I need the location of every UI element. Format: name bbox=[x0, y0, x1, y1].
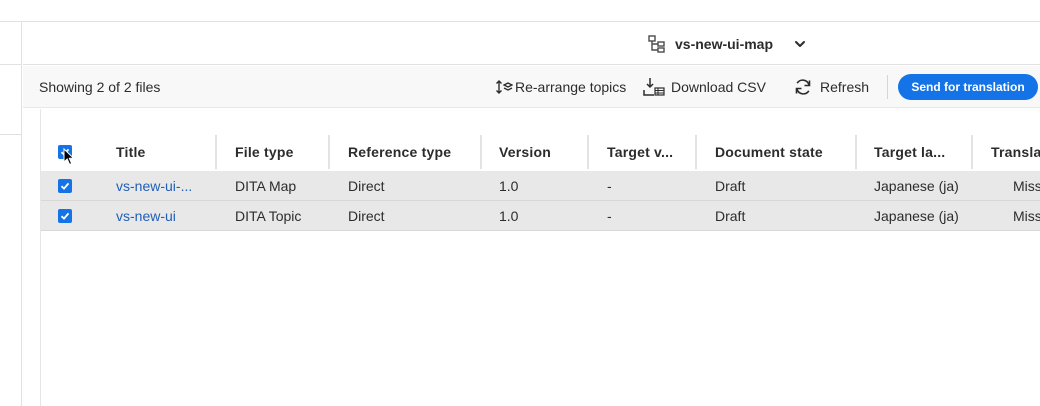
download-csv-label: Download CSV bbox=[671, 79, 766, 95]
left-rail-divider bbox=[0, 64, 22, 65]
row-target-language: Japanese (ja) bbox=[874, 208, 959, 224]
column-header-version[interactable]: Version bbox=[499, 133, 584, 171]
column-divider[interactable] bbox=[215, 135, 217, 169]
row-document-state: Draft bbox=[715, 208, 746, 224]
row-target-version: - bbox=[607, 208, 612, 224]
chevron-down-icon[interactable] bbox=[793, 37, 807, 51]
table-row[interactable]: vs-new-ui-... DITA Map Direct 1.0 - Draf… bbox=[41, 171, 1040, 201]
refresh-label: Refresh bbox=[820, 79, 870, 95]
row-translation-status: Miss bbox=[1013, 208, 1040, 224]
send-for-translation-button[interactable]: Send for translation bbox=[898, 74, 1038, 100]
column-divider[interactable] bbox=[480, 135, 482, 169]
row-title-link[interactable]: vs-new-ui bbox=[116, 201, 211, 231]
refresh-icon bbox=[795, 79, 811, 95]
refresh-button[interactable]: Refresh bbox=[794, 66, 869, 108]
column-divider[interactable] bbox=[587, 135, 589, 169]
top-strip bbox=[0, 0, 1040, 22]
column-divider[interactable] bbox=[695, 135, 697, 169]
column-header-file-type[interactable]: File type bbox=[235, 133, 330, 171]
checkbox-checked-icon bbox=[60, 182, 70, 190]
table-row[interactable]: vs-new-ui DITA Topic Direct 1.0 - Draft … bbox=[41, 201, 1040, 231]
column-divider[interactable] bbox=[971, 135, 973, 169]
row-document-state: Draft bbox=[715, 178, 746, 194]
column-divider[interactable] bbox=[328, 135, 330, 169]
row-target-version: - bbox=[607, 178, 612, 194]
file-count: Showing 2 of 2 files bbox=[39, 79, 161, 95]
files-table: Title File type Reference type Version T… bbox=[40, 109, 1040, 406]
column-header-target-language[interactable]: Target la... bbox=[874, 133, 969, 171]
checkbox-checked-icon bbox=[60, 148, 70, 156]
table-header: Title File type Reference type Version T… bbox=[41, 133, 1040, 171]
row-checkbox[interactable] bbox=[58, 179, 72, 193]
map-name: vs-new-ui-map bbox=[675, 35, 774, 52]
column-header-reference-type[interactable]: Reference type bbox=[348, 133, 483, 171]
checkbox-checked-icon bbox=[60, 212, 70, 220]
download-csv-button[interactable]: Download CSV bbox=[643, 66, 766, 108]
column-header-target-version[interactable]: Target v... bbox=[607, 133, 692, 171]
row-reference-type: Direct bbox=[348, 208, 385, 224]
row-checkbox[interactable] bbox=[58, 209, 72, 223]
select-all-checkbox[interactable] bbox=[58, 145, 72, 159]
row-target-language: Japanese (ja) bbox=[874, 178, 959, 194]
column-divider[interactable] bbox=[855, 135, 857, 169]
row-file-type: DITA Topic bbox=[235, 208, 302, 224]
row-file-type: DITA Map bbox=[235, 178, 297, 194]
rearrange-topics-button[interactable]: Re-arrange topics bbox=[495, 66, 626, 108]
map-selector[interactable]: vs-new-ui-map bbox=[647, 22, 807, 65]
column-header-document-state[interactable]: Document state bbox=[715, 133, 855, 171]
toolbar: Showing 2 of 2 files Re-arrange topics D… bbox=[23, 66, 1040, 108]
download-icon bbox=[643, 78, 665, 96]
left-rail bbox=[0, 22, 22, 406]
map-tree-icon bbox=[648, 34, 665, 53]
left-rail-divider bbox=[0, 134, 22, 135]
rearrange-topics-label: Re-arrange topics bbox=[515, 79, 627, 95]
row-reference-type: Direct bbox=[348, 178, 385, 194]
toolbar-separator bbox=[887, 75, 888, 99]
row-title-link[interactable]: vs-new-ui-... bbox=[116, 171, 211, 201]
column-header-title[interactable]: Title bbox=[116, 133, 211, 171]
column-header-translation-status[interactable]: Transla bbox=[991, 133, 1040, 171]
map-bar: vs-new-ui-map bbox=[23, 22, 1040, 65]
row-version: 1.0 bbox=[499, 178, 519, 194]
row-version: 1.0 bbox=[499, 208, 519, 224]
rearrange-icon bbox=[496, 80, 513, 94]
row-translation-status: Miss bbox=[1013, 178, 1040, 194]
